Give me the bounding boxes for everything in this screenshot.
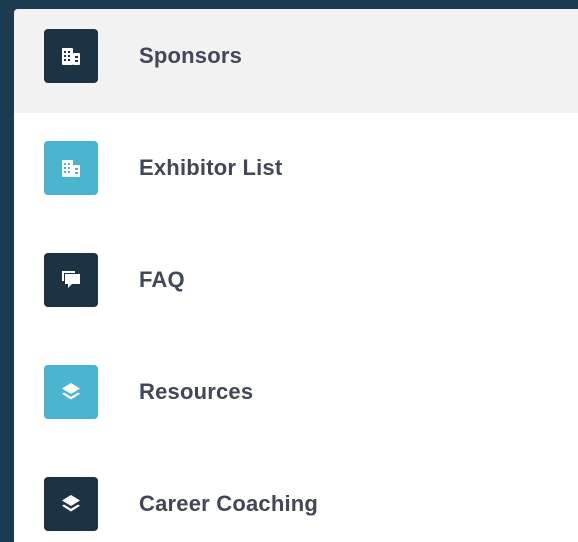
menu-item-label: Exhibitor List	[139, 155, 283, 180]
menu-item-label: Resources	[139, 379, 254, 404]
menu-item-label: FAQ	[139, 267, 185, 292]
layers-icon	[44, 365, 98, 419]
menu-item-resources[interactable]: Resources	[14, 345, 578, 449]
menu-item-exhibitor-list[interactable]: Exhibitor List	[14, 121, 578, 225]
menu-item-career-coaching[interactable]: Career Coaching	[14, 457, 578, 542]
layers-icon	[44, 477, 98, 531]
building-icon	[44, 29, 98, 83]
menu-item-faq[interactable]: FAQ	[14, 233, 578, 337]
chat-bubbles-icon	[44, 253, 98, 307]
building-icon	[44, 141, 98, 195]
menu-item-label: Career Coaching	[139, 491, 319, 516]
navigation-menu: Sponsors Exhibitor List FAQ Resources Ca…	[14, 9, 578, 542]
menu-item-label: Sponsors	[139, 43, 243, 68]
menu-item-sponsors[interactable]: Sponsors	[14, 9, 578, 113]
